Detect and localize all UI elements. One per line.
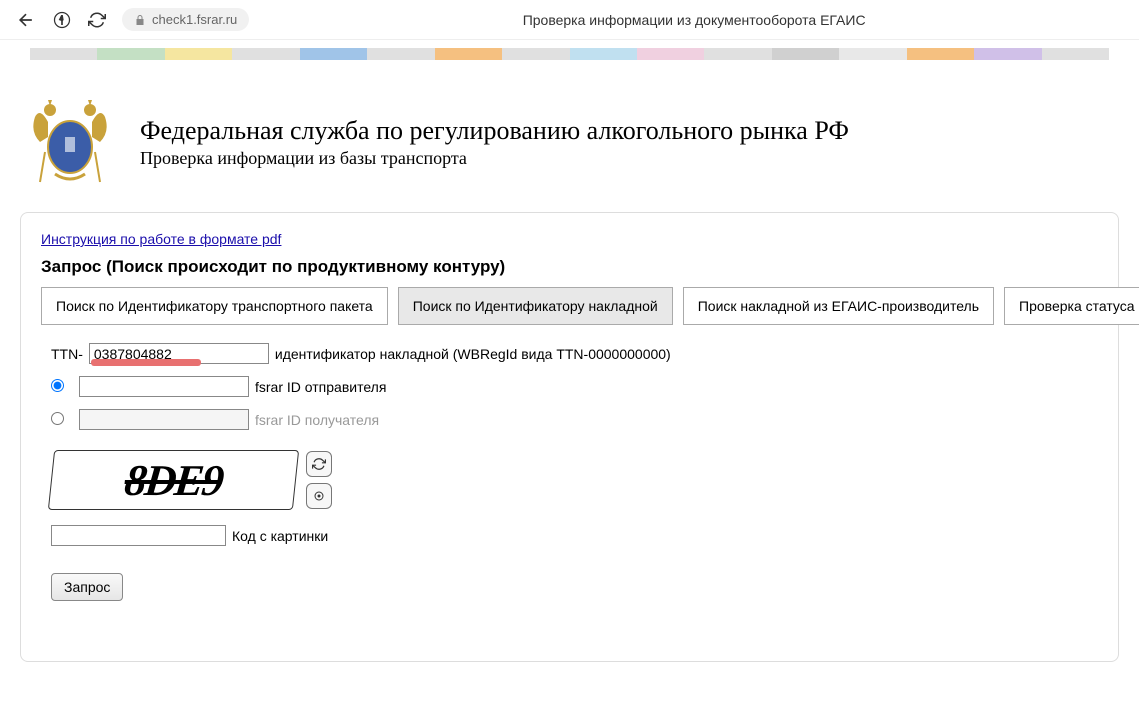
- color-block: [637, 48, 704, 60]
- tab-transport-packet[interactable]: Поиск по Идентификатору транспортного па…: [41, 287, 388, 325]
- page-subtitle: Проверка информации из базы транспорта: [140, 148, 849, 169]
- instruction-link[interactable]: Инструкция по работе в формате pdf: [41, 231, 281, 247]
- color-block: [772, 48, 839, 60]
- decoration-strip: [0, 40, 1139, 72]
- color-block: [435, 48, 502, 60]
- record-icon: [313, 490, 325, 502]
- browser-page-title: Проверка информации из документооборота …: [265, 12, 1123, 28]
- sender-id-input[interactable]: [79, 376, 249, 397]
- color-block: [1042, 48, 1109, 60]
- refresh-icon: [312, 457, 326, 471]
- ttn-hint-label: идентификатор накладной (WBRegId вида TT…: [275, 346, 671, 362]
- color-block: [502, 48, 569, 60]
- tabs: Поиск по Идентификатору транспортного па…: [41, 287, 1098, 325]
- form-title: Запрос (Поиск происходит по продуктивном…: [41, 257, 1098, 277]
- receiver-label: fsrar ID получателя: [255, 412, 379, 428]
- emblem-icon: [20, 92, 120, 192]
- color-block: [974, 48, 1041, 60]
- reload-icon[interactable]: [88, 11, 106, 29]
- yandex-icon[interactable]: [52, 10, 72, 30]
- url-text: check1.fsrar.ru: [152, 12, 237, 27]
- color-block: [839, 48, 906, 60]
- receiver-radio[interactable]: [51, 412, 64, 425]
- color-block: [232, 48, 299, 60]
- ttn-prefix-label: TTN-: [51, 346, 83, 362]
- lock-icon: [134, 14, 146, 26]
- form-panel: Инструкция по работе в формате pdf Запро…: [20, 212, 1119, 662]
- back-icon[interactable]: [16, 10, 36, 30]
- page-header: Федеральная служба по регулированию алко…: [20, 92, 1119, 192]
- color-block: [367, 48, 434, 60]
- ttn-input[interactable]: [89, 343, 269, 364]
- color-block: [570, 48, 637, 60]
- sender-label: fsrar ID отправителя: [255, 379, 386, 395]
- tab-invoice-id[interactable]: Поиск по Идентификатору накладной: [398, 287, 673, 325]
- captcha-audio-button[interactable]: [306, 483, 332, 509]
- color-block: [165, 48, 232, 60]
- color-block: [704, 48, 771, 60]
- captcha-input[interactable]: [51, 525, 226, 546]
- color-block: [30, 48, 97, 60]
- captcha-image: 8DE9: [48, 450, 299, 510]
- tab-barcode-status[interactable]: Проверка статуса штрихкода: [1004, 287, 1139, 325]
- page-title: Федеральная служба по регулированию алко…: [140, 116, 849, 146]
- browser-toolbar: check1.fsrar.ru Проверка информации из д…: [0, 0, 1139, 40]
- color-block: [97, 48, 164, 60]
- color-block: [300, 48, 367, 60]
- color-block: [907, 48, 974, 60]
- url-bar[interactable]: check1.fsrar.ru: [122, 8, 249, 31]
- tab-egais-producer[interactable]: Поиск накладной из ЕГАИС-производитель: [683, 287, 994, 325]
- captcha-refresh-button[interactable]: [306, 451, 332, 477]
- captcha-label: Код с картинки: [232, 528, 328, 544]
- receiver-id-input[interactable]: [79, 409, 249, 430]
- submit-button[interactable]: Запрос: [51, 573, 123, 601]
- sender-radio[interactable]: [51, 379, 64, 392]
